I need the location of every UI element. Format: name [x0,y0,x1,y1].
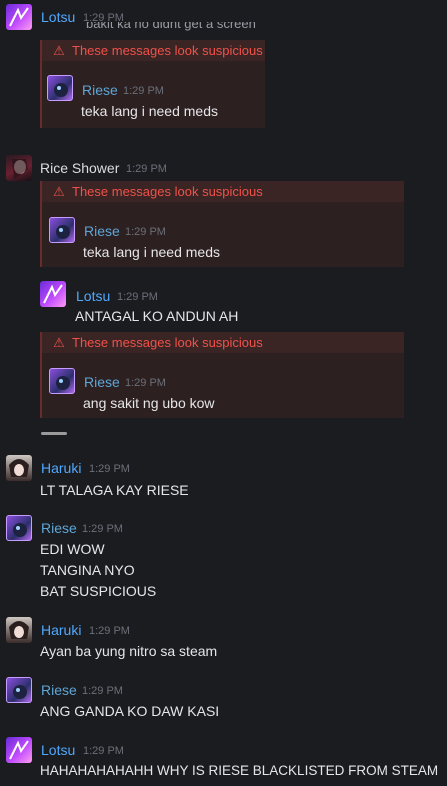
author-name[interactable]: Rice Shower [40,160,119,176]
timestamp: 1:29 PM [125,226,166,238]
avatar-lotsu[interactable] [6,4,32,30]
warning-triangle-icon: ⚠ [53,184,65,199]
avatar-art [43,284,63,304]
message-text: HAHAHAHAHAHH WHY IS RIESE BLACKLISTED FR… [40,763,439,778]
timestamp: 1:29 PM [82,685,123,697]
message-text: teka lang i need meds [83,244,220,260]
avatar-art [9,7,29,27]
warning-triangle-icon: ⚠ [53,335,65,350]
timestamp: 1:29 PM [82,523,123,535]
message-text: ANG GANDA KO DAW KASI [40,703,220,719]
message-text: Ayan ba yung nitro sa steam [40,643,218,659]
timestamp: 1:29 PM [126,163,167,175]
avatar-riese[interactable] [6,677,32,703]
avatar-art [12,159,28,179]
avatar-haruki[interactable] [6,455,32,481]
author-name[interactable]: Riese [84,223,120,239]
suspicious-warning-banner: ⚠ These messages look suspicious [42,332,404,353]
avatar-art [54,83,68,97]
avatar-riese[interactable] [49,217,75,243]
avatar-lotsu[interactable] [6,737,32,763]
avatar-art [56,376,70,390]
author-name[interactable]: Haruki [41,622,81,638]
message-text-clipped: bakit ka no didnt get a screen [86,22,256,31]
avatar-art [56,225,70,239]
warning-text: These messages look suspicious [72,43,263,58]
timestamp: 1:29 PM [125,377,166,389]
timestamp: 1:29 PM [123,85,164,97]
avatar-lotsu[interactable] [40,281,66,307]
avatar-riese[interactable] [49,368,75,394]
message-text: ANTAGAL KO ANDUN AH [75,308,239,324]
timestamp: 1:29 PM [117,291,158,303]
message-text: LT TALAGA KAY RIESE [40,482,189,498]
message-text: TANGINA NYO [40,562,135,578]
author-name[interactable]: Lotsu [41,742,75,758]
emote [41,432,67,435]
warning-text: These messages look suspicious [72,335,263,350]
author-name[interactable]: Riese [41,682,77,698]
warning-text: These messages look suspicious [72,184,263,199]
suspicious-warning-banner: ⚠ These messages look suspicious [42,40,265,61]
avatar-art [9,740,29,760]
author-name[interactable]: Riese [82,82,118,98]
avatar-riese[interactable] [47,75,73,101]
avatar-haruki[interactable] [6,617,32,643]
author-name[interactable]: Lotsu [41,9,75,25]
avatar-art [9,459,29,477]
author-name[interactable]: Riese [84,374,120,390]
timestamp: 1:29 PM [83,745,124,757]
author-name[interactable]: Haruki [41,460,81,476]
avatar-riese[interactable] [6,515,32,541]
message-text: EDI WOW [40,541,105,557]
timestamp: 1:29 PM [89,463,130,475]
timestamp: 1:29 PM [89,625,130,637]
avatar-rice-shower[interactable] [6,155,32,181]
message-text: ang sakit ng ubo kow [83,395,215,411]
message-text: teka lang i need meds [81,103,218,119]
warning-triangle-icon: ⚠ [53,43,65,58]
author-name[interactable]: Riese [41,520,77,536]
avatar-art [13,523,27,537]
suspicious-warning-banner: ⚠ These messages look suspicious [42,181,404,202]
avatar-art [9,621,29,639]
message-text: BAT SUSPICIOUS [40,583,157,599]
avatar-art [13,685,27,699]
author-name[interactable]: Lotsu [76,288,110,304]
